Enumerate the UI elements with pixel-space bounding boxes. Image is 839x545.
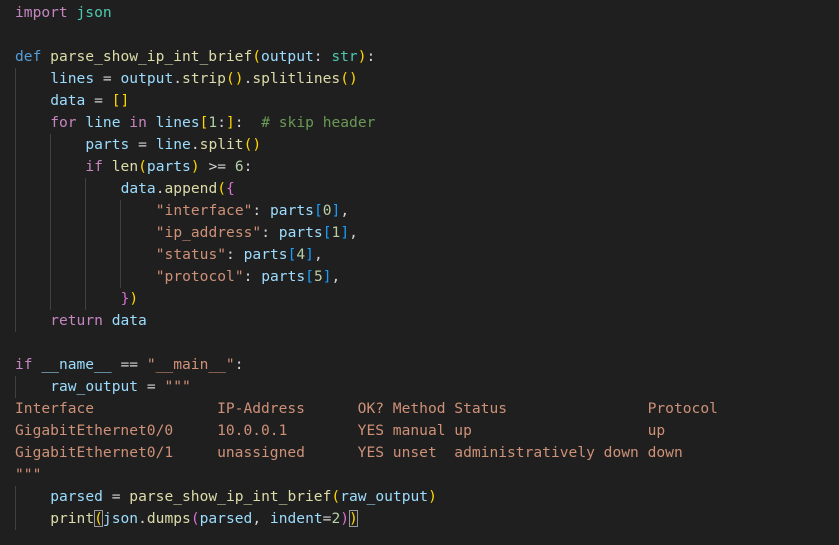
code-line[interactable]: "ip_address": parts[1], [15,222,358,244]
code-line[interactable]: data = [] [15,90,129,112]
code-line[interactable]: print(json.dumps(parsed, indent=2)) [15,508,358,530]
code-line[interactable]: }) [15,288,139,310]
code-line[interactable]: "protocol": parts[5], [15,266,341,288]
code-editor[interactable]: import json def parse_show_ip_int_brief(o… [0,0,839,545]
code-line[interactable]: parts = line.split() [15,134,261,156]
code-line[interactable]: Interface IP-Address OK? Method Status P… [15,398,718,420]
code-line[interactable]: parsed = parse_show_ip_int_brief(raw_out… [15,486,437,508]
code-line[interactable]: if __name__ == "__main__": [15,354,244,376]
code-line[interactable]: data.append({ [15,178,235,200]
code-line[interactable]: GigabitEthernet0/1 unassigned YES unset … [15,442,683,464]
code-line[interactable]: return data [15,310,147,332]
code-line[interactable]: raw_output = """ [15,376,191,398]
code-line[interactable]: import json [15,2,112,24]
code-line[interactable]: "status": parts[4], [15,244,323,266]
code-line[interactable]: for line in lines[1:]: # skip header [15,112,375,134]
code-line[interactable]: """ [15,464,41,486]
code-line[interactable]: "interface": parts[0], [15,200,349,222]
code-line[interactable]: if len(parts) >= 6: [15,156,252,178]
code-line[interactable]: def parse_show_ip_int_brief(output: str)… [15,46,375,68]
code-line[interactable]: GigabitEthernet0/0 10.0.0.1 YES manual u… [15,420,665,442]
code-line[interactable]: lines = output.strip().splitlines() [15,68,358,90]
